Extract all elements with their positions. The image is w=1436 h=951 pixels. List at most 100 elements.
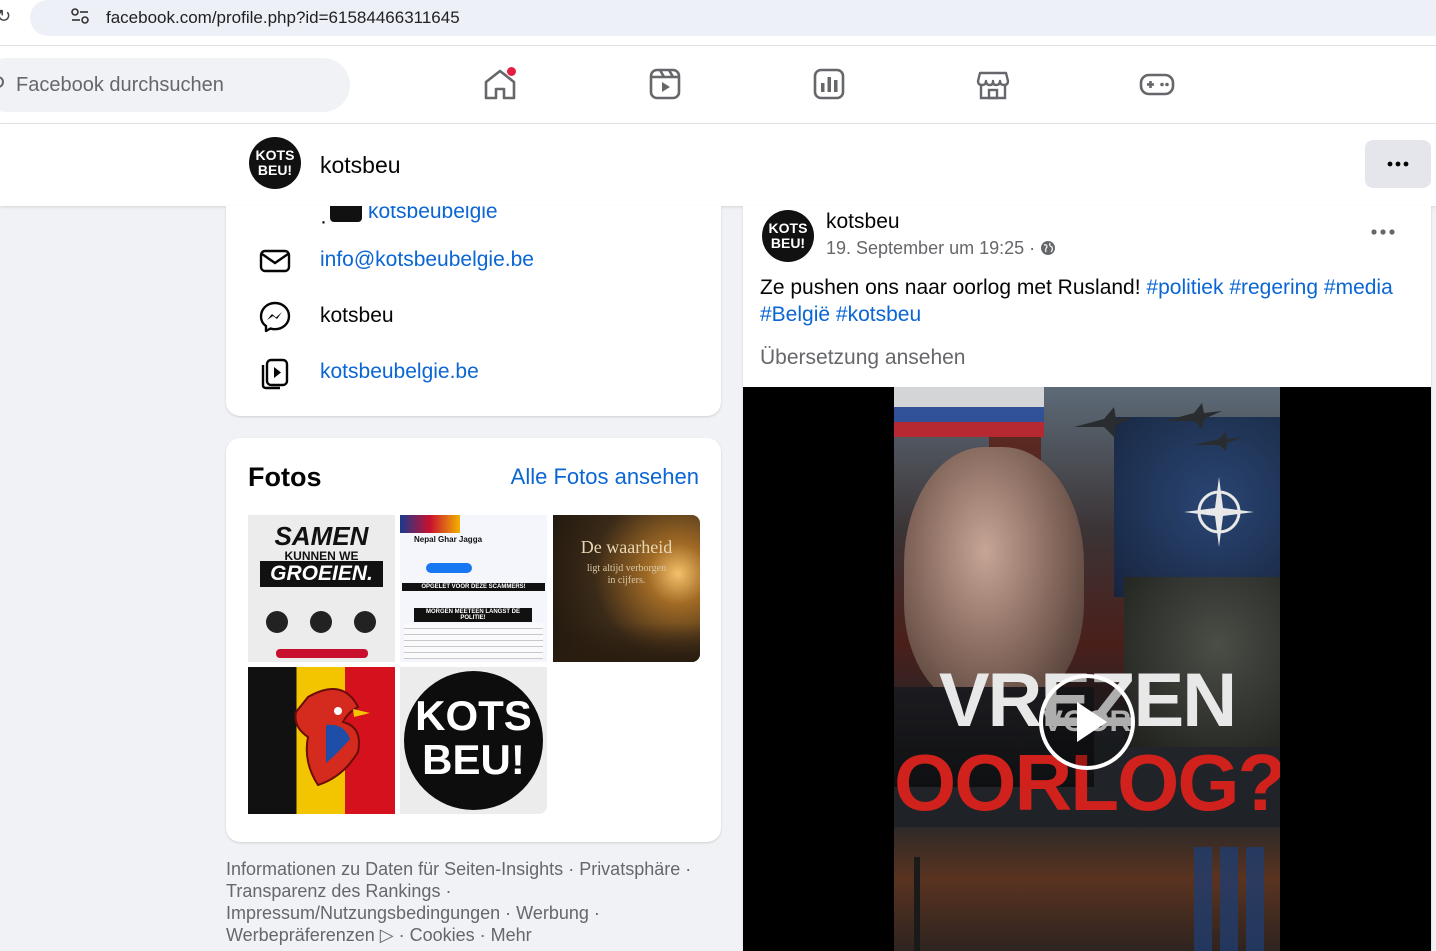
nav-marketplace-button[interactable]	[973, 64, 1013, 104]
photo-2-flag	[400, 515, 460, 533]
facebook-top-nav	[0, 46, 1436, 124]
photo-2-line1: Nepal Ghar Jagga	[414, 535, 483, 544]
photo-2-chat-badge	[426, 563, 472, 573]
photo-thumbnail-3[interactable]: De waarheid ligt altijd verborgen in cij…	[553, 515, 700, 662]
footer-link-privacy[interactable]: Privatsphäre	[579, 859, 680, 879]
post-more-button[interactable]	[1363, 220, 1403, 244]
photo-1-family-icon	[266, 611, 288, 633]
photo-thumbnail-5[interactable]: KOTS BEU!	[400, 667, 547, 814]
photo-thumbnail-4[interactable]	[248, 667, 395, 814]
photo-3-line1: De waarheid	[580, 537, 673, 557]
intro-row-website: kotsbeubelgie.be	[258, 356, 698, 390]
post-text: Ze pushen ons naar oorlog met Rusland! #…	[760, 274, 1410, 328]
footer-link-ranking[interactable]: Transparenz des Rankings	[226, 881, 440, 901]
marketplace-icon	[976, 71, 1010, 100]
photo-thumbnail-1[interactable]: SAMEN KUNNEN WE GROEIEN.	[248, 515, 395, 662]
search-icon	[0, 76, 4, 88]
messenger-name[interactable]: kotsbeu	[320, 304, 394, 328]
post-date-text: 19. September um 19:25	[826, 238, 1025, 258]
post-avatar-text-line1: KOTS	[769, 220, 808, 236]
post-timestamp[interactable]: 19. September um 19:25 ·	[826, 238, 1056, 259]
tiktok-link[interactable]: kotsbeubelgie	[368, 206, 498, 224]
intro-row-messenger: kotsbeu	[258, 300, 698, 334]
profile-more-button[interactable]	[1365, 140, 1431, 188]
photo-1-colleagues-icon	[354, 611, 376, 633]
see-all-photos-link[interactable]: Alle Fotos ansehen	[511, 464, 699, 490]
photos-card: Fotos Alle Fotos ansehen SAMEN KUNNEN WE…	[226, 438, 721, 842]
intro-row-email: info@kotsbeubelgie.be	[258, 244, 698, 278]
search-box[interactable]	[0, 58, 350, 112]
tiktok-icon	[330, 206, 362, 222]
url-text: facebook.com/profile.php?id=615844663116…	[106, 8, 460, 27]
footer-link-ads[interactable]: Werbung	[516, 903, 589, 923]
photo-3-landscape	[553, 623, 700, 662]
photo-1-line1: SAMEN	[274, 521, 369, 551]
ad-choices-icon: ▷	[379, 925, 394, 945]
see-translation-link[interactable]: Übersetzung ansehen	[760, 346, 965, 370]
jets-icon	[1074, 403, 1244, 451]
footer-link-cookies[interactable]: Cookies	[410, 925, 475, 945]
footer-link-terms[interactable]: Impressum/Nutzungsbedingungen	[226, 903, 500, 923]
photo-5-line1: KOTS	[415, 692, 532, 739]
website-link[interactable]: kotsbeubelgie.be	[320, 360, 479, 384]
search-input[interactable]	[16, 72, 316, 98]
footer-link-ad-preferences[interactable]: Werbepräferenzen	[226, 925, 375, 945]
post-avatar-text-line2: BEU!	[771, 235, 805, 251]
hashtag-regering[interactable]: #regering	[1229, 276, 1318, 299]
play-button[interactable]	[1039, 674, 1135, 770]
post-author-name[interactable]: kotsbeu	[826, 210, 900, 234]
mail-icon	[259, 249, 291, 273]
more-dots-icon	[1387, 161, 1409, 167]
footer-link-insights[interactable]: Informationen zu Daten für Seiten-Insigh…	[226, 859, 563, 879]
reload-icon[interactable]: ↻	[0, 6, 11, 27]
url-field[interactable]: facebook.com/profile.php?id=615844663116…	[30, 0, 1436, 36]
photo-1-banner	[276, 649, 368, 658]
photo-2-line2: OPGELET VOOR DEZE SCAMMERS!	[402, 583, 545, 591]
more-dots-icon	[1371, 229, 1395, 235]
reels-icon	[649, 68, 681, 100]
intro-row-tiktok: · kotsbeubelgie	[258, 206, 698, 233]
nato-star-icon	[1184, 477, 1254, 547]
separator-dot: ·	[320, 210, 327, 233]
browser-address-bar: ↻ facebook.com/profile.php?id=6158446631…	[0, 0, 1436, 46]
page-footer: Informationen zu Daten für Seiten-Insigh…	[226, 859, 692, 945]
hashtag-politiek[interactable]: #politiek	[1146, 276, 1223, 299]
photo-2-text-lines	[404, 623, 543, 659]
dashboard-icon	[813, 68, 845, 100]
nav-gaming-button[interactable]	[1137, 64, 1177, 104]
spire	[914, 857, 920, 951]
photo-1-line3: GROEIEN.	[260, 561, 383, 587]
photo-thumbnail-2[interactable]: Nepal Ghar Jagga OPGELET VOOR DEZE SCAMM…	[400, 515, 547, 662]
play-icon	[1077, 702, 1107, 742]
messenger-icon	[259, 301, 291, 333]
hashtag-media[interactable]: #media	[1324, 276, 1393, 299]
intro-card: · kotsbeubelgie info@kotsbeubelgie.be ko…	[226, 206, 721, 416]
footer-link-more[interactable]: Mehr	[491, 925, 532, 945]
hashtag-kotsbeu[interactable]: #kotsbeu	[836, 303, 921, 326]
russian-flag	[894, 387, 1044, 437]
email-link[interactable]: info@kotsbeubelgie.be	[320, 248, 534, 272]
photo-3-line3: in cijfers.	[607, 575, 646, 586]
post-video[interactable]: VREZEN VOOR OORLOG?	[743, 387, 1431, 951]
post-author-avatar[interactable]: KOTS BEU!	[761, 209, 815, 263]
profile-sticky-header: KOTS BEU! kotsbeu	[0, 124, 1436, 206]
profile-avatar[interactable]: KOTS BEU!	[248, 136, 302, 190]
globe-icon	[1041, 241, 1056, 255]
site-settings-icon[interactable]	[70, 6, 90, 26]
video-page-icon	[261, 358, 289, 390]
avatar-text-line2: BEU!	[258, 162, 292, 178]
rooster-emblem	[294, 688, 370, 787]
nav-reels-button[interactable]	[645, 64, 685, 104]
photo-5-line2: BEU!	[422, 736, 525, 783]
post-card: KOTS BEU! kotsbeu 19. September um 19:25…	[743, 206, 1431, 951]
post-body: Ze pushen ons naar oorlog met Rusland!	[760, 276, 1147, 299]
profile-name[interactable]: kotsbeu	[320, 152, 401, 179]
photo-1-friends-icon	[310, 611, 332, 633]
nato-flags-row	[1194, 847, 1264, 951]
hashtag-belgie[interactable]: #België	[760, 303, 830, 326]
nav-dashboard-button[interactable]	[809, 64, 849, 104]
gaming-icon	[1139, 73, 1175, 96]
photos-title: Fotos	[248, 462, 322, 492]
video-thumbnail: VREZEN VOOR OORLOG?	[894, 387, 1280, 951]
nav-home-button[interactable]	[480, 64, 520, 104]
